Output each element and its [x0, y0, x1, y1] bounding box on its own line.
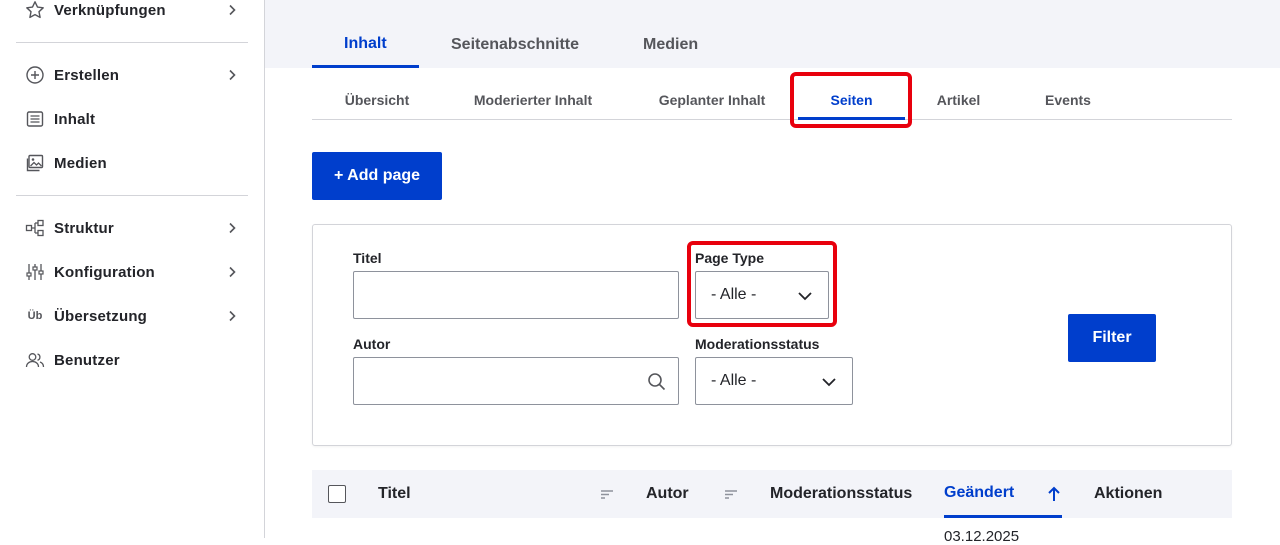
tab-events[interactable]: Events [1022, 80, 1114, 120]
arrow-up-icon[interactable] [1046, 485, 1062, 503]
sidebar-item-label: Verknüpfungen [54, 1, 166, 19]
sort-icon[interactable] [600, 487, 614, 501]
image-icon [24, 152, 46, 174]
column-header-autor[interactable]: Autor [646, 470, 689, 518]
chevron-right-icon [222, 218, 242, 238]
page-type-select[interactable]: - Alle - [695, 271, 829, 319]
tab-seitenabschnitte[interactable]: Seitenabschnitte [419, 22, 611, 68]
moderation-status-label: Moderationsstatus [695, 336, 820, 352]
sidebar-item-label: Medien [54, 154, 107, 172]
sidebar-item-medien[interactable]: Medien [16, 141, 248, 185]
sort-icon[interactable] [724, 487, 738, 501]
moderation-status-value: - Alle - [711, 372, 757, 389]
tab-geplanter-inhalt[interactable]: Geplanter Inhalt [634, 80, 790, 120]
table-row-date: 03.12.2025 [944, 528, 1020, 545]
title-filter-input[interactable] [353, 271, 679, 319]
page-type-label: Page Type [695, 250, 764, 266]
sitemap-icon [24, 217, 46, 239]
tab-moderierter-inhalt[interactable]: Moderierter Inhalt [452, 80, 614, 120]
tab-inhalt[interactable]: Inhalt [312, 22, 419, 68]
secondary-tabs: Übersicht Moderierter Inhalt Geplanter I… [312, 80, 1232, 120]
sidebar-item-label: Struktur [54, 219, 114, 237]
moderation-status-select[interactable]: - Alle - [695, 357, 853, 405]
tab-uebersicht[interactable]: Übersicht [312, 80, 442, 120]
column-header-aktionen: Aktionen [1094, 485, 1163, 502]
column-header-geaendert-label: Geändert [944, 483, 1015, 501]
sidebar-divider [16, 195, 248, 196]
chevron-down-icon [798, 292, 812, 301]
select-all-checkbox[interactable] [328, 485, 346, 503]
users-icon [24, 349, 46, 371]
sidebar-item-label: Übersetzung [54, 307, 148, 325]
search-icon [648, 373, 666, 391]
document-list-icon [24, 108, 46, 130]
tab-medien[interactable]: Medien [611, 22, 730, 68]
sliders-icon [24, 261, 46, 283]
sidebar-item-erstellen[interactable]: Erstellen [16, 53, 248, 97]
title-filter-label: Titel [353, 250, 382, 266]
filter-button[interactable]: Filter [1068, 314, 1156, 362]
page-type-value: - Alle - [711, 286, 757, 303]
chevron-right-icon [222, 306, 242, 326]
author-filter-input[interactable] [353, 357, 679, 405]
add-page-button[interactable]: + Add page [312, 152, 442, 200]
sidebar-item-uebersetzung[interactable]: Üb Übersetzung [16, 294, 248, 338]
tab-seiten[interactable]: Seiten [798, 80, 905, 120]
star-icon [24, 0, 46, 21]
sidebar-item-label: Konfiguration [54, 263, 155, 281]
chevron-right-icon [222, 262, 242, 282]
sidebar-item-label: Inhalt [54, 110, 96, 128]
column-header-moderationsstatus[interactable]: Moderationsstatus [770, 470, 912, 518]
column-header-titel[interactable]: Titel [378, 470, 411, 518]
chevron-down-icon [822, 378, 836, 387]
table-header: Titel Autor Moderationsstatus Geändert A… [312, 470, 1232, 518]
sidebar-item-verknuepfungen[interactable]: Verknüpfungen [16, 0, 248, 32]
sidebar: Verknüpfungen Erstellen Inhalt Medien St… [0, 0, 265, 538]
sidebar-item-inhalt[interactable]: Inhalt [16, 97, 248, 141]
plus-circle-icon [24, 64, 46, 86]
column-header-geaendert[interactable]: Geändert [944, 470, 1062, 518]
author-filter-label: Autor [353, 336, 391, 352]
sidebar-divider [16, 42, 248, 43]
sidebar-item-benutzer[interactable]: Benutzer [16, 338, 248, 382]
chevron-right-icon [222, 65, 242, 85]
translate-icon: Üb [27, 310, 43, 322]
sidebar-item-label: Benutzer [54, 351, 120, 369]
sidebar-item-konfiguration[interactable]: Konfiguration [16, 250, 248, 294]
chevron-right-icon [222, 0, 242, 20]
tab-artikel[interactable]: Artikel [912, 80, 1005, 120]
sidebar-item-label: Erstellen [54, 66, 120, 84]
sidebar-item-struktur[interactable]: Struktur [16, 206, 248, 250]
